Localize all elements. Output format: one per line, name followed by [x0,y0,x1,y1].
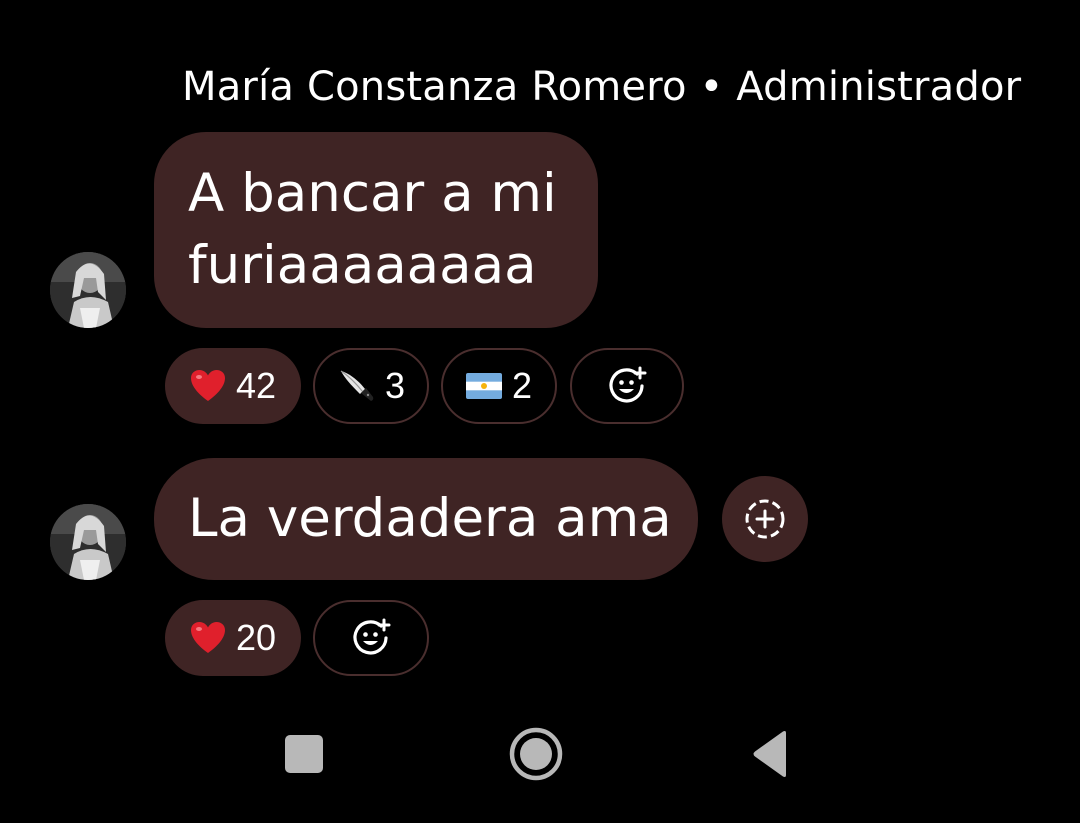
avatar-photo [50,252,126,328]
kitchen-knife-icon [337,367,375,405]
reaction-count: 20 [235,617,277,658]
message-bubble[interactable]: La verdadera ama [154,458,698,580]
reaction-count: 3 [384,365,406,406]
quick-action-button[interactable] [722,476,808,562]
smiley-plus-icon [607,366,647,406]
red-heart-icon [190,621,226,655]
avatar[interactable] [50,252,126,328]
add-reaction-button[interactable] [313,600,429,676]
reaction-chip-flag[interactable]: 2 [441,348,557,424]
circle-icon [508,726,564,782]
message-text: A bancar a mi furiaaaaaaaa [188,163,557,296]
smiley-plus-icon [351,618,391,658]
sender-header: María Constanza Romero • Administrador [182,62,1021,112]
back-button[interactable] [734,718,806,790]
triangle-back-icon [750,730,790,778]
sender-role: Administrador [736,64,1022,110]
home-button[interactable] [500,718,572,790]
reaction-chip-heart[interactable]: 42 [165,348,301,424]
red-heart-icon [190,369,226,403]
square-icon [284,734,324,774]
reaction-count: 42 [235,365,277,406]
reaction-chip-heart[interactable]: 20 [165,600,301,676]
message-text: La verdadera ama [188,488,672,549]
dashed-circle-plus-icon [742,496,788,542]
avatar[interactable] [50,504,126,580]
add-reaction-button[interactable] [570,348,684,424]
reaction-count: 2 [511,365,533,406]
sender-separator: • [699,64,724,110]
reaction-chip-knife[interactable]: 3 [313,348,429,424]
recents-button[interactable] [270,720,338,788]
avatar-photo [50,504,126,580]
message-bubble[interactable]: A bancar a mi furiaaaaaaaa [154,132,598,328]
argentina-flag-icon [465,373,502,399]
sender-name[interactable]: María Constanza Romero [182,64,687,110]
